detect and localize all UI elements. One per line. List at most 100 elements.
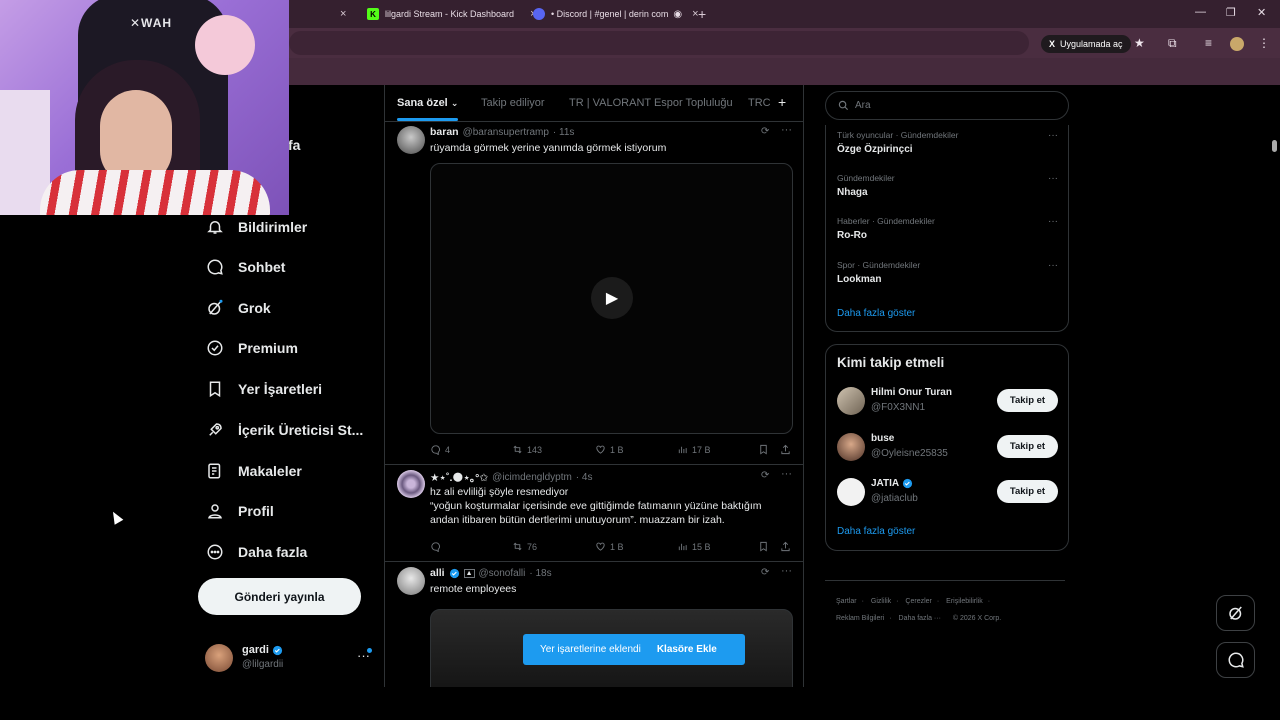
search-input[interactable]: Ara — [825, 91, 1069, 120]
star-icon[interactable]: ★ — [1134, 36, 1145, 50]
avatar[interactable] — [397, 470, 425, 498]
trend-more-icon[interactable]: ··· — [1048, 130, 1058, 141]
nav-articles[interactable]: Makaleler — [206, 456, 302, 486]
open-in-app-button[interactable]: X Uygulamada aç — [1041, 35, 1131, 53]
trend-more-icon[interactable]: ··· — [1048, 260, 1058, 271]
suggestion-name[interactable]: buse — [871, 433, 894, 444]
follow-button[interactable]: Takip et — [997, 480, 1058, 503]
scrollbar-thumb[interactable] — [1272, 140, 1277, 152]
footer-link[interactable]: Daha fazla ··· — [899, 615, 941, 622]
nav-grok[interactable]: Grok — [206, 293, 271, 323]
share-icon[interactable] — [780, 444, 791, 455]
window-close-icon[interactable]: ✕ — [1257, 6, 1266, 19]
bookmark-icon[interactable] — [758, 444, 769, 455]
tab-valorant-community[interactable]: TR | VALORANT Espor Topluluğu — [569, 97, 733, 109]
add-tab-icon[interactable]: + — [778, 94, 786, 110]
tab-for-you[interactable]: Sana özel ⌄ — [397, 97, 458, 109]
tweet-more-icon[interactable]: ··· — [781, 468, 792, 480]
repost-button[interactable]: 76 — [512, 541, 537, 552]
nav-profile[interactable]: Profil — [206, 496, 274, 526]
tweet-more-icon[interactable]: ··· — [781, 565, 792, 577]
follow-button[interactable]: Takip et — [997, 435, 1058, 458]
show-more-link[interactable]: Daha fazla göster — [837, 526, 915, 537]
grok-icon[interactable]: ⟳ — [761, 567, 769, 578]
tweet-time[interactable]: · 11s — [553, 127, 575, 138]
follow-suggestion[interactable]: buse @Oyleisne25835 Takip et — [837, 432, 1062, 462]
footer-link[interactable]: Erişilebilirlik — [946, 598, 983, 605]
repost-button[interactable]: 143 — [512, 444, 542, 455]
browser-tab-kick[interactable]: K lilgardi Stream - Kick Dashboard × — [367, 3, 537, 25]
show-more-link[interactable]: Daha fazla göster — [837, 308, 915, 319]
footer-link[interactable]: Reklam Bilgileri — [836, 615, 884, 622]
trend-more-icon[interactable]: ··· — [1048, 216, 1058, 227]
post-button[interactable]: Gönderi yayınla — [198, 578, 361, 615]
footer-link[interactable]: Şartlar — [836, 598, 857, 605]
profile-avatar[interactable] — [1230, 37, 1244, 51]
page-scrollbar[interactable] — [1270, 85, 1280, 687]
extensions-icon[interactable]: ⧉ — [1168, 36, 1177, 51]
tab-following[interactable]: Takip ediliyor — [481, 97, 545, 109]
trend-item[interactable]: Haberler · Gündemdekiler Ro-Ro ··· — [837, 216, 1062, 241]
like-button[interactable]: 1 B — [595, 444, 624, 455]
tab-trc[interactable]: TRC — [748, 97, 771, 109]
footer-link[interactable]: Gizlilik — [871, 598, 891, 605]
follow-button[interactable]: Takip et — [997, 389, 1058, 412]
tweet-author-handle[interactable]: @baransupertramp — [463, 127, 549, 138]
grok-fab-button[interactable] — [1216, 595, 1255, 631]
avatar[interactable] — [837, 433, 865, 461]
tweet-author-name[interactable]: baran — [430, 126, 459, 138]
views-button[interactable]: 15 B — [677, 541, 711, 552]
bookmark-icon[interactable] — [758, 541, 769, 552]
media-icon[interactable]: ≡ — [1205, 36, 1212, 50]
trend-item[interactable]: Gündemdekiler Nhaga ··· — [837, 173, 1062, 198]
tweet[interactable]: ★⋆˚.🌑⋆｡°✩ @icimdengldyptm · 4s ⟳ ··· hz … — [385, 466, 803, 562]
browser-tab-1[interactable]: × — [300, 3, 346, 25]
tweet-author-handle[interactable]: @icimdengldyptm — [492, 472, 572, 483]
trend-item[interactable]: Türk oyuncular · Gündemdekiler Özge Özpi… — [837, 130, 1062, 155]
tweet-author-name[interactable]: ★⋆˚.🌑⋆｡°✩ — [430, 470, 488, 485]
avatar[interactable] — [397, 126, 425, 154]
footer-link[interactable]: Çerezler — [905, 598, 931, 605]
follow-suggestion[interactable]: Hilmi Onur Turan @F0X3NN1 Takip et — [837, 386, 1062, 416]
nav-creator-studio[interactable]: İçerik Üreticisi St... — [206, 415, 363, 445]
suggestion-name[interactable]: Hilmi Onur Turan — [871, 387, 952, 398]
tweet-more-icon[interactable]: ··· — [781, 124, 792, 136]
grok-icon[interactable]: ⟳ — [761, 126, 769, 137]
add-to-folder-button[interactable]: Klasöre Ekle — [657, 644, 717, 655]
new-tab-button[interactable]: + — [698, 6, 706, 22]
share-icon[interactable] — [780, 541, 791, 552]
reply-button[interactable]: 4 — [430, 444, 450, 455]
tweet-author-handle[interactable]: @sonofalli — [479, 568, 526, 579]
tweet-time[interactable]: · 18s — [529, 568, 551, 579]
reply-button[interactable] — [430, 541, 445, 552]
play-icon[interactable]: ▶ — [591, 277, 633, 319]
views-button[interactable]: 17 B — [677, 444, 711, 455]
maximize-icon[interactable]: ❐ — [1226, 6, 1236, 19]
avatar[interactable] — [397, 567, 425, 595]
tab-close-icon[interactable]: × — [340, 8, 346, 20]
nav-more[interactable]: Daha fazla — [206, 537, 307, 567]
tweet[interactable]: baran @baransupertramp · 11s ⟳ ··· rüyam… — [385, 122, 803, 465]
messages-fab-button[interactable] — [1216, 642, 1255, 678]
nav-bookmarks[interactable]: Yer İşaretleri — [206, 374, 322, 404]
kebab-menu-icon[interactable]: ⋮ — [1258, 36, 1270, 50]
grok-icon[interactable]: ⟳ — [761, 470, 769, 481]
minimize-icon[interactable]: — — [1195, 6, 1206, 18]
avatar[interactable] — [837, 387, 865, 415]
omnibox[interactable] — [289, 31, 1029, 55]
nav-chat[interactable]: Sohbet — [206, 252, 285, 282]
browser-tab-discord[interactable]: • Discord | #genel | derin com ◉ × — [533, 3, 699, 25]
follow-suggestion[interactable]: JATIA @jatiaclub Takip et — [837, 477, 1062, 507]
like-button[interactable]: 1 B — [595, 541, 624, 552]
suggestion-name-row[interactable]: JATIA — [871, 478, 913, 489]
tweet[interactable]: alli ▲ @sonofalli · 18s ⟳ ··· remote emp… — [385, 563, 803, 687]
tweet-author-name[interactable]: alli — [430, 567, 445, 579]
nav-notifications[interactable]: Bildirimler — [206, 212, 307, 242]
trend-more-icon[interactable]: ··· — [1048, 173, 1058, 184]
tweet-time[interactable]: · 4s — [576, 472, 593, 483]
avatar[interactable] — [837, 478, 865, 506]
nav-premium[interactable]: Premium — [206, 333, 298, 363]
account-switcher[interactable]: gardi @lilgardii ··· — [205, 642, 375, 674]
trend-item[interactable]: Spor · Gündemdekiler Lookman ··· — [837, 260, 1062, 285]
video-player[interactable]: ▶ — [430, 163, 793, 434]
